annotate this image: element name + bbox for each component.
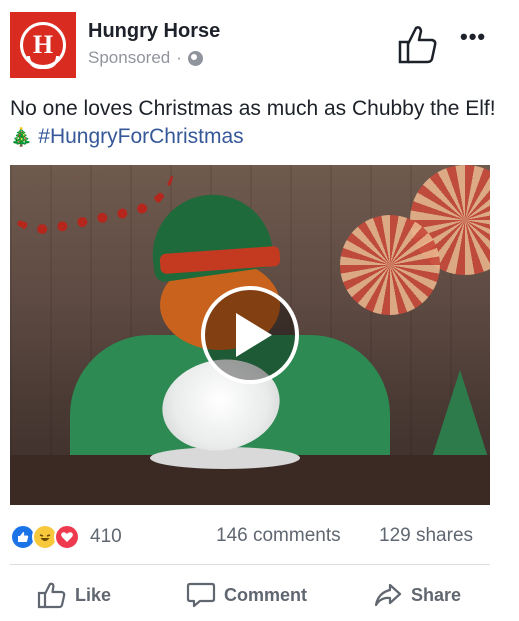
post-header: H Hungry Horse Sponsored · ••• <box>10 12 510 78</box>
video-player[interactable] <box>10 165 490 505</box>
thumbs-up-icon[interactable] <box>396 22 440 66</box>
like-button[interactable]: Like <box>37 575 111 615</box>
play-button[interactable] <box>201 286 299 384</box>
post-message: No one loves Christmas as much as Chubby… <box>10 97 496 120</box>
share-arrow-icon <box>374 583 402 607</box>
divider <box>10 564 490 565</box>
share-button[interactable]: Share <box>373 575 461 615</box>
meta-separator: · <box>176 48 182 67</box>
comment-button[interactable]: Comment <box>186 575 307 615</box>
comment-icon <box>186 582 216 608</box>
comments-count-link[interactable]: 146 comments <box>216 525 341 547</box>
page-name[interactable]: Hungry Horse <box>88 20 220 43</box>
comment-label: Comment <box>224 584 308 605</box>
sponsored-label[interactable]: Sponsored <box>88 48 170 68</box>
page-avatar[interactable]: H <box>10 12 76 78</box>
paper-fan-decoration <box>340 215 440 315</box>
reactions-summary[interactable]: 410 <box>10 524 122 550</box>
more-options-icon[interactable]: ••• <box>460 24 486 50</box>
post-meta: Sponsored · <box>88 48 203 68</box>
logo-letter: H <box>32 30 54 59</box>
thumbs-up-icon <box>37 582 66 609</box>
globe-icon <box>187 50 203 66</box>
reaction-count: 410 <box>90 526 122 547</box>
hashtag-link[interactable]: #HungryForChristmas <box>38 125 243 148</box>
horseshoe-icon: H <box>20 22 66 69</box>
share-label: Share <box>411 584 462 605</box>
action-bar: Like Comment Share <box>10 575 490 615</box>
christmas-tree-icon: 🎄 <box>10 127 33 147</box>
like-label: Like <box>75 584 112 605</box>
shares-count-link[interactable]: 129 shares <box>379 525 473 547</box>
play-icon <box>236 313 272 357</box>
post-text: No one loves Christmas as much as Chubby… <box>10 95 505 151</box>
engagement-stats: 410 146 comments 129 shares <box>10 522 490 550</box>
plate <box>150 447 300 469</box>
love-reaction-icon <box>54 524 80 550</box>
